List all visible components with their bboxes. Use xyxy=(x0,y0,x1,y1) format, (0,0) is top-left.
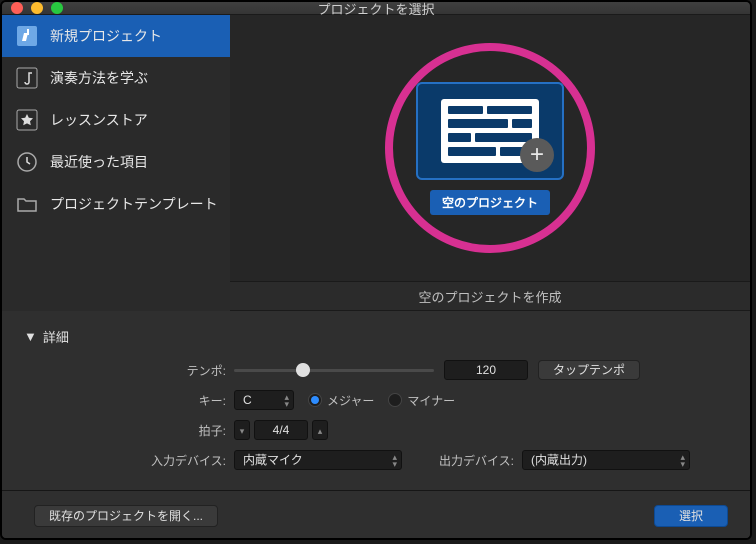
row-tempo: テンポ: 120 タップテンポ xyxy=(24,360,728,380)
tempo-value[interactable]: 120 xyxy=(444,360,528,380)
sidebar: 新規プロジェクト 演奏方法を学ぶ レッスンストア xyxy=(2,15,230,311)
main-pane: + 空のプロジェクト 空のプロジェクトを作成 xyxy=(230,15,750,311)
input-device-label: 入力デバイス: xyxy=(24,452,234,469)
template-label: 空のプロジェクト xyxy=(430,190,550,215)
dialog-body: 新規プロジェクト 演奏方法を学ぶ レッスンストア xyxy=(2,15,750,540)
sidebar-item-learn[interactable]: 演奏方法を学ぶ xyxy=(2,57,230,99)
stepper-icon: ▴▾ xyxy=(284,394,289,408)
row-devices: 入力デバイス: 内蔵マイク▴▾ 出力デバイス: (内蔵出力)▴▾ xyxy=(24,450,728,470)
details-panel: ▼ 詳細 テンポ: 120 タップテンポ キー: C▴▾ メジャー マイナー xyxy=(2,311,750,490)
chevron-up-icon: ▴ xyxy=(318,426,323,436)
star-icon xyxy=(16,109,38,131)
guitar-icon xyxy=(16,25,38,47)
minimize-icon[interactable] xyxy=(31,2,43,14)
output-device-select[interactable]: (内蔵出力)▴▾ xyxy=(522,450,690,470)
sidebar-item-recent[interactable]: 最近使った項目 xyxy=(2,141,230,183)
tap-tempo-button[interactable]: タップテンポ xyxy=(538,360,640,380)
triangle-down-icon: ▼ xyxy=(24,329,37,344)
upper-pane: 新規プロジェクト 演奏方法を学ぶ レッスンストア xyxy=(2,15,750,311)
tempo-slider[interactable] xyxy=(234,362,434,378)
sidebar-item-new-project[interactable]: 新規プロジェクト xyxy=(2,15,230,57)
plus-icon: + xyxy=(520,138,554,172)
key-select[interactable]: C▴▾ xyxy=(234,390,294,410)
empty-project-template[interactable]: + xyxy=(416,82,564,180)
key-label: キー: xyxy=(24,392,234,409)
sidebar-item-lesson-store[interactable]: レッスンストア xyxy=(2,99,230,141)
input-device-select[interactable]: 内蔵マイク▴▾ xyxy=(234,450,402,470)
sidebar-item-label: 新規プロジェクト xyxy=(50,26,162,46)
sidebar-item-templates[interactable]: プロジェクトテンプレート xyxy=(2,183,230,225)
highlight-ring: + 空のプロジェクト xyxy=(385,43,595,253)
details-header-label: 詳細 xyxy=(43,327,69,346)
choose-button[interactable]: 選択 xyxy=(654,505,728,527)
timesig-label: 拍子: xyxy=(24,422,234,439)
note-icon xyxy=(16,67,38,89)
stepper-icon: ▴▾ xyxy=(680,454,685,468)
chevron-down-icon: ▾ xyxy=(240,426,245,436)
close-icon[interactable] xyxy=(11,2,23,14)
zoom-icon[interactable] xyxy=(51,2,63,14)
traffic-lights xyxy=(11,2,63,14)
timesig-value[interactable]: 4/4 xyxy=(254,420,308,440)
sidebar-item-label: レッスンストア xyxy=(50,110,148,130)
dialog-window: プロジェクトを選択 新規プロジェクト 演奏方法を学ぶ xyxy=(0,0,752,540)
major-radio[interactable] xyxy=(308,393,322,407)
template-description: 空のプロジェクトを作成 xyxy=(230,281,750,311)
sidebar-item-label: 最近使った項目 xyxy=(50,152,148,172)
timesig-down[interactable]: ▾ xyxy=(234,420,250,440)
titlebar: プロジェクトを選択 xyxy=(2,2,750,15)
major-label: メジャー xyxy=(327,392,374,409)
stepper-icon: ▴▾ xyxy=(392,454,397,468)
tempo-label: テンポ: xyxy=(24,362,234,379)
clock-icon xyxy=(16,151,38,173)
minor-label: マイナー xyxy=(407,392,455,409)
open-existing-button[interactable]: 既存のプロジェクトを開く... xyxy=(34,505,218,527)
sidebar-item-label: 演奏方法を学ぶ xyxy=(50,68,148,88)
template-canvas: + 空のプロジェクト xyxy=(230,15,750,281)
folder-icon xyxy=(16,193,38,215)
footer: 既存のプロジェクトを開く... 選択 xyxy=(2,490,750,540)
output-device-label: 出力デバイス: xyxy=(402,452,522,469)
sidebar-item-label: プロジェクトテンプレート xyxy=(50,194,218,214)
row-key: キー: C▴▾ メジャー マイナー xyxy=(24,390,728,410)
timesig-up[interactable]: ▴ xyxy=(312,420,328,440)
row-timesig: 拍子: ▾ 4/4 ▴ xyxy=(24,420,728,440)
details-disclosure[interactable]: ▼ 詳細 xyxy=(24,327,728,346)
minor-radio[interactable] xyxy=(388,393,402,407)
